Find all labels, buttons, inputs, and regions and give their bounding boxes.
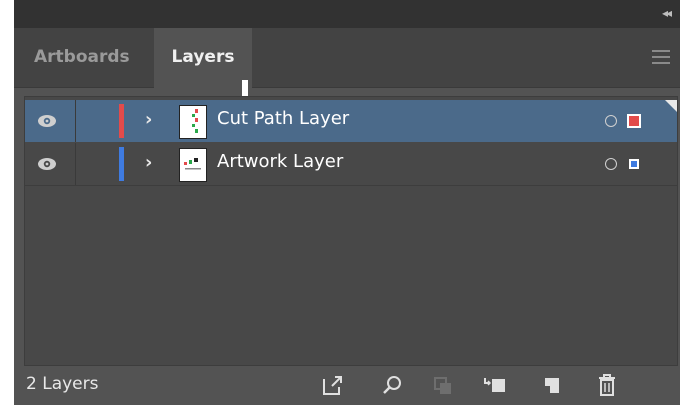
layer-thumbnail xyxy=(179,105,207,139)
panel-frame: ◂◂ Artboards Layers › Cut Path Layer › A… xyxy=(14,0,680,405)
row-divider xyxy=(75,100,76,142)
layer-name[interactable]: Artwork Layer xyxy=(217,151,343,172)
layer-count: 2 Layers xyxy=(26,374,99,394)
thumbnail-art xyxy=(184,158,201,170)
layer-color-bar xyxy=(119,147,124,181)
new-sublayer-icon[interactable] xyxy=(482,372,508,398)
layers-list: › Cut Path Layer › Artwork Layer xyxy=(24,96,678,366)
panel-tab-bar: Artboards Layers xyxy=(14,28,680,88)
row-divider xyxy=(75,143,76,185)
selection-square[interactable] xyxy=(627,114,641,128)
hamburger-menu-icon[interactable] xyxy=(652,50,670,68)
tab-artboards[interactable]: Artboards xyxy=(22,28,150,87)
new-layer-icon[interactable] xyxy=(538,372,564,398)
panel-footer: 2 Layers xyxy=(14,366,680,405)
tab-layers[interactable]: Layers xyxy=(154,28,252,88)
search-icon[interactable] xyxy=(380,372,406,398)
selected-corner-indicator xyxy=(665,100,677,112)
eye-icon[interactable] xyxy=(37,113,57,129)
panel-title-strip: ◂◂ xyxy=(14,0,680,28)
target-circle-icon[interactable] xyxy=(605,115,617,127)
clipping-mask-icon[interactable] xyxy=(430,372,456,398)
layer-row-cut-path[interactable]: › Cut Path Layer xyxy=(25,100,677,142)
export-icon[interactable] xyxy=(320,372,346,398)
layer-row-artwork[interactable]: › Artwork Layer xyxy=(25,143,677,186)
selection-square[interactable] xyxy=(629,159,639,169)
eye-icon[interactable] xyxy=(37,156,57,172)
double-chevron-left-icon[interactable]: ◂◂ xyxy=(662,6,672,20)
chevron-right-icon[interactable]: › xyxy=(145,152,152,173)
target-circle-icon[interactable] xyxy=(605,158,617,170)
trash-icon[interactable] xyxy=(594,372,620,398)
layer-thumbnail xyxy=(179,148,207,182)
thumbnail-art xyxy=(192,109,198,133)
layer-color-bar xyxy=(119,104,124,138)
layer-name[interactable]: Cut Path Layer xyxy=(217,108,349,129)
layers-panel: ◂◂ Artboards Layers › Cut Path Layer › A… xyxy=(0,0,680,405)
chevron-right-icon[interactable]: › xyxy=(145,109,152,130)
